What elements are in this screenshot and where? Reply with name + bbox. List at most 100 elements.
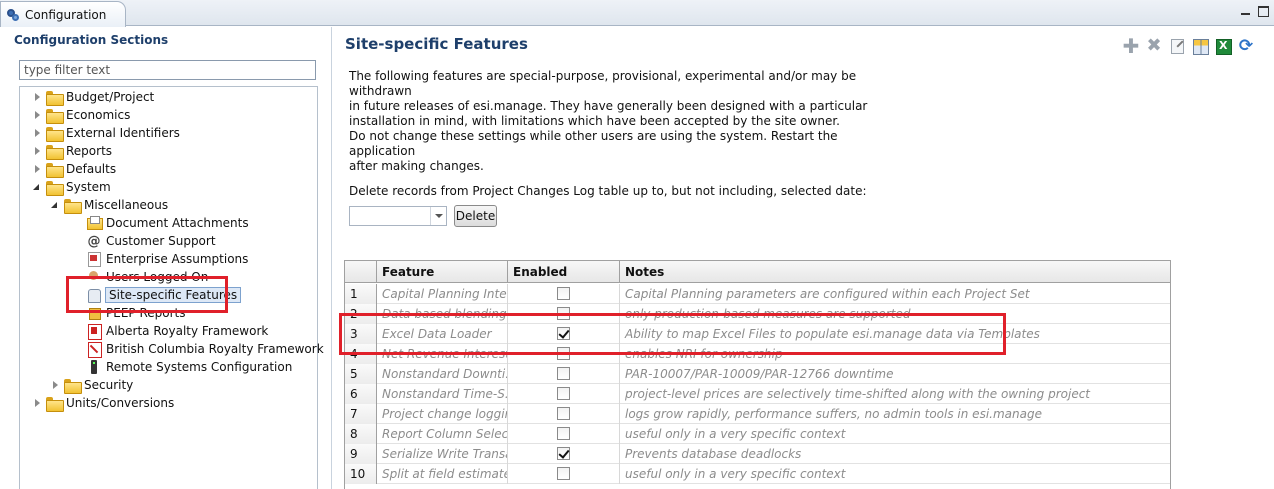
- tree-item-peep-reports[interactable]: PEEP Reports: [86, 304, 185, 322]
- tree-item-site-specific-features[interactable]: Site-specific Features: [86, 286, 242, 304]
- folder-icon: [64, 198, 82, 214]
- enabled-checkbox[interactable]: [557, 467, 570, 480]
- row-number: 1: [345, 284, 377, 304]
- column-header-feature[interactable]: Feature: [377, 261, 508, 283]
- table-row[interactable]: 4 Net Revenue Interest enables NRI for o…: [345, 344, 1170, 364]
- expand-arrow-icon[interactable]: [32, 164, 42, 174]
- sections-tree: Budget/Project Economics External Identi…: [19, 86, 324, 489]
- folder-icon: [46, 162, 64, 178]
- refresh-icon[interactable]: ⟳: [1237, 37, 1255, 55]
- notes-cell: Capital Planning parameters are configur…: [625, 287, 1030, 301]
- table-row[interactable]: 8 Report Column Selecti... useful only i…: [345, 424, 1170, 444]
- enabled-checkbox[interactable]: [557, 307, 570, 320]
- configuration-tab[interactable]: Configuration: [0, 1, 126, 27]
- add-icon[interactable]: ✚: [1122, 36, 1140, 56]
- table-row[interactable]: 7 Project change logging logs grow rapid…: [345, 404, 1170, 424]
- tree-item-label: Units/Conversions: [66, 396, 175, 410]
- edit-icon[interactable]: [1168, 37, 1186, 55]
- enabled-checkbox[interactable]: [557, 427, 570, 440]
- enabled-checkbox[interactable]: [557, 407, 570, 420]
- expand-arrow-icon[interactable]: [32, 110, 42, 120]
- tree-item-external-identifiers[interactable]: External Identifiers: [32, 124, 180, 142]
- delete-button[interactable]: Delete: [454, 205, 497, 227]
- table-row[interactable]: 9 Serialize Write Transa... Prevents dat…: [345, 444, 1170, 464]
- description-line: The following features are special-purpo…: [349, 69, 857, 98]
- enabled-cell: [508, 364, 620, 384]
- table-row[interactable]: 10 Split at field estimate useful only i…: [345, 464, 1170, 484]
- notes-cell: only production-based measures are suppo…: [625, 307, 911, 321]
- table-row[interactable]: 2 Data based blending only production-ba…: [345, 304, 1170, 324]
- table-row[interactable]: 6 Nonstandard Time-S... project-level pr…: [345, 384, 1170, 404]
- tree-item-remote-systems-configuration[interactable]: Remote Systems Configuration: [86, 358, 292, 376]
- folder-icon: [46, 180, 64, 196]
- tree-item-users-logged-on[interactable]: Users Logged On: [86, 268, 208, 286]
- tree-item-document-attachments[interactable]: Document Attachments: [86, 214, 249, 232]
- delete-prompt: Delete records from Project Changes Log …: [349, 184, 867, 198]
- row-number: 2: [345, 304, 377, 324]
- enabled-cell: [508, 384, 620, 404]
- minimize-button[interactable]: [1240, 6, 1251, 17]
- column-header-enabled[interactable]: Enabled: [508, 261, 620, 283]
- tree-item-label: Security: [84, 378, 134, 392]
- tree-item-economics[interactable]: Economics: [32, 106, 130, 124]
- expand-arrow-icon[interactable]: [50, 380, 60, 390]
- tree-item-label: Defaults: [66, 162, 117, 176]
- expand-arrow-icon[interactable]: [32, 146, 42, 156]
- expand-arrow-icon[interactable]: [32, 398, 42, 408]
- table-row[interactable]: 3 Excel Data Loader Ability to map Excel…: [345, 324, 1170, 344]
- toolbar: ✚ ✖ ⟳: [1122, 36, 1255, 56]
- filter-input[interactable]: [19, 60, 316, 80]
- expand-arrow-icon[interactable]: [32, 92, 42, 102]
- feature-cell: Excel Data Loader: [377, 324, 508, 344]
- tree-item-alberta-royalty-framework[interactable]: Alberta Royalty Framework: [86, 322, 268, 340]
- enabled-cell: [508, 344, 620, 364]
- enabled-checkbox[interactable]: [557, 367, 570, 380]
- tree-item-miscellaneous[interactable]: Miscellaneous: [50, 196, 168, 214]
- remote-systems-icon: [86, 359, 102, 375]
- configuration-sections-panel: Configuration Sections Budget/Project Ec…: [6, 27, 332, 489]
- tree-item-label: Document Attachments: [106, 216, 249, 230]
- tree-item-enterprise-assumptions[interactable]: Enterprise Assumptions: [86, 250, 248, 268]
- excel-export-icon[interactable]: [1214, 37, 1232, 55]
- tree-item-bc-royalty-framework[interactable]: British Columbia Royalty Framework: [86, 340, 324, 358]
- grid-settings-icon[interactable]: [1191, 37, 1209, 55]
- description-line: Do not change these settings while other…: [349, 129, 838, 158]
- tree-item-system[interactable]: System: [32, 178, 111, 196]
- row-number: 6: [345, 384, 377, 404]
- collapse-arrow-icon[interactable]: [50, 200, 60, 210]
- table-row[interactable]: 5 Nonstandard Downti... PAR-10007/PAR-10…: [345, 364, 1170, 384]
- bc-royalty-icon: [86, 341, 102, 358]
- date-picker[interactable]: [349, 206, 447, 226]
- enabled-checkbox[interactable]: [557, 387, 570, 400]
- row-number: 4: [345, 344, 377, 364]
- site-features-icon: [86, 287, 102, 303]
- dropdown-arrow-icon[interactable]: [430, 207, 446, 225]
- enabled-checkbox[interactable]: [557, 447, 570, 460]
- enabled-checkbox[interactable]: [557, 327, 570, 340]
- folder-icon: [64, 378, 82, 394]
- remove-icon[interactable]: ✖: [1145, 37, 1163, 55]
- description-line: installation in mind, with limitations w…: [349, 114, 840, 128]
- collapse-arrow-icon[interactable]: [32, 182, 42, 192]
- tree-item-security[interactable]: Security: [50, 376, 133, 394]
- table-row[interactable]: 1 Capital Planning Inte... Capital Plann…: [345, 284, 1170, 304]
- maximize-button[interactable]: [1258, 6, 1269, 17]
- tree-item-defaults[interactable]: Defaults: [32, 160, 116, 178]
- tree-item-reports[interactable]: Reports: [32, 142, 112, 160]
- tree-item-units-conversions[interactable]: Units/Conversions: [32, 394, 174, 412]
- column-header-row-number: [345, 261, 377, 283]
- tree-item-budget-project[interactable]: Budget/Project: [32, 88, 154, 106]
- column-header-notes[interactable]: Notes: [620, 261, 1170, 283]
- tree-item-label: Reports: [66, 144, 113, 158]
- folder-icon: [46, 396, 64, 412]
- folder-icon: [46, 108, 64, 124]
- expand-arrow-icon[interactable]: [32, 128, 42, 138]
- enabled-checkbox[interactable]: [557, 287, 570, 300]
- tree-item-label: System: [66, 180, 111, 194]
- peep-reports-icon: [86, 305, 102, 321]
- tree-item-label: External Identifiers: [66, 126, 180, 140]
- enabled-checkbox[interactable]: [557, 347, 570, 360]
- row-number: 9: [345, 444, 377, 464]
- row-number: 8: [345, 424, 377, 444]
- tree-item-customer-support[interactable]: @ Customer Support: [86, 232, 216, 250]
